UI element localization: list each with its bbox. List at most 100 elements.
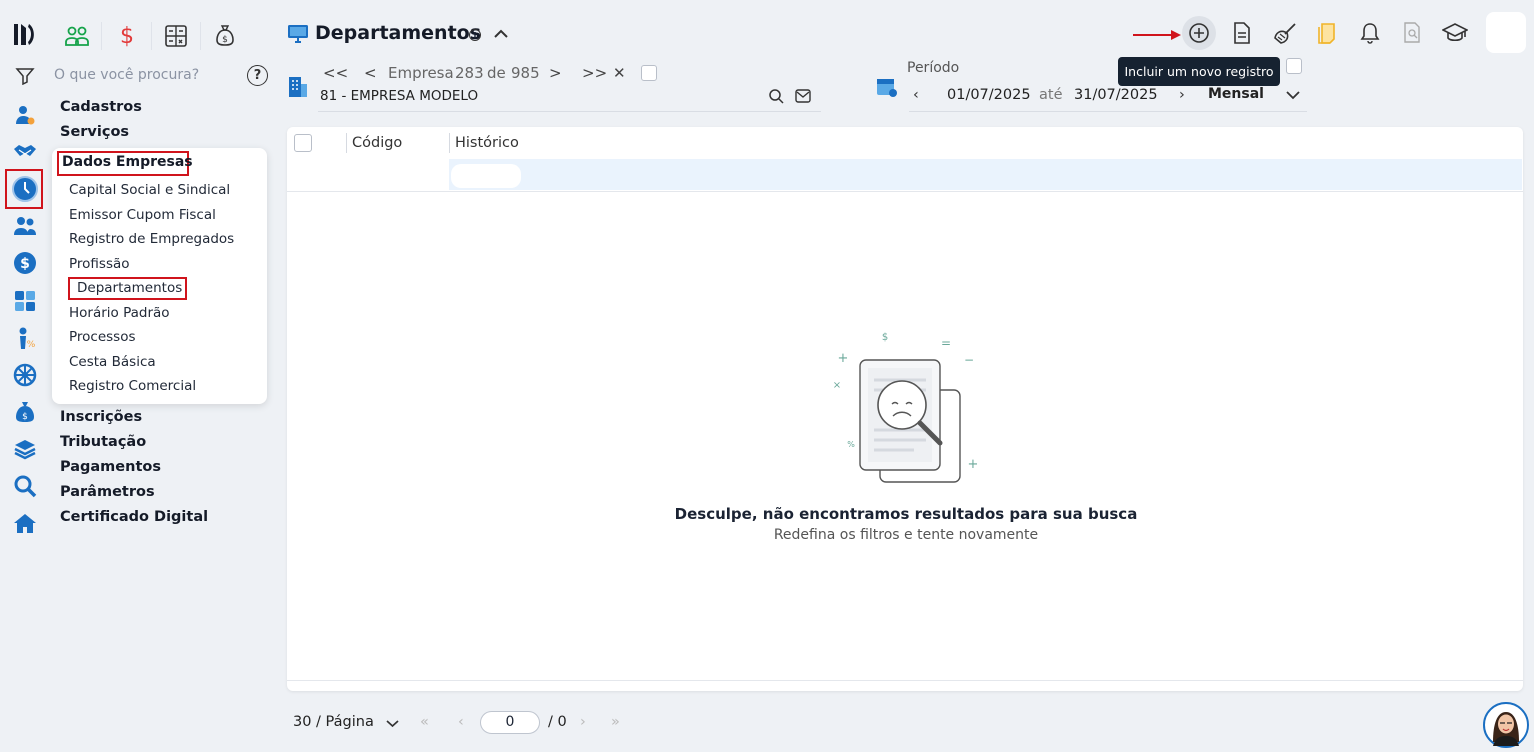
home-icon[interactable]	[11, 509, 39, 537]
submenu-emissor-cupom[interactable]: Emissor Cupom Fiscal	[69, 207, 216, 223]
company-current: 283	[455, 64, 484, 82]
building-icon	[289, 77, 307, 97]
person-gear-icon[interactable]	[11, 101, 39, 129]
menu-inscricoes[interactable]: Inscrições	[60, 409, 142, 425]
next-period-button[interactable]: ›	[1179, 87, 1185, 103]
layers-icon[interactable]	[11, 435, 39, 463]
prev-page-button[interactable]: ‹	[458, 714, 464, 730]
select-all-checkbox[interactable]	[294, 134, 312, 152]
search-document-icon[interactable]	[1397, 18, 1427, 48]
period-mode-select[interactable]: Mensal	[1208, 86, 1264, 102]
chevron-down-icon[interactable]	[1286, 90, 1300, 100]
empty-subtitle: Redefina os filtros e tente novamente	[773, 527, 1039, 543]
company-search-icon[interactable]	[768, 88, 784, 104]
broom-icon[interactable]	[1270, 18, 1300, 48]
users-icon[interactable]	[11, 212, 39, 240]
menu-parametros[interactable]: Parâmetros	[60, 484, 155, 500]
historico-filter-input[interactable]	[451, 164, 521, 188]
company-label: Empresa	[388, 64, 454, 82]
monitor-icon	[288, 25, 308, 43]
submenu-registro-comercial[interactable]: Registro Comercial	[69, 378, 196, 394]
network-icon[interactable]	[11, 361, 39, 389]
submenu-processos[interactable]: Processos	[69, 329, 136, 345]
prev-period-button[interactable]: ‹	[913, 87, 919, 103]
filter-icon[interactable]	[15, 67, 35, 85]
company-of: de	[487, 64, 506, 82]
profile-box[interactable]	[1486, 12, 1526, 53]
svg-text:$: $	[20, 256, 30, 272]
menu-certificado-digital[interactable]: Certificado Digital	[60, 509, 208, 525]
svg-text:$: $	[882, 332, 888, 343]
search-icon[interactable]	[11, 472, 39, 500]
last-page-button[interactable]: »	[611, 714, 620, 730]
mail-icon[interactable]	[795, 89, 811, 103]
dollar-app-icon[interactable]: $	[110, 19, 144, 53]
app-logo-icon[interactable]	[12, 22, 39, 47]
handshake-icon[interactable]	[11, 137, 39, 165]
submenu-departamentos[interactable]: Departamentos	[77, 280, 182, 296]
menu-dados-empresas[interactable]: Dados Empresas	[62, 154, 193, 170]
column-codigo[interactable]: Código	[352, 135, 402, 151]
period-label: Período	[907, 60, 960, 76]
last-company-button[interactable]: >>	[582, 64, 607, 82]
page-total: / 0	[548, 714, 567, 730]
column-historico[interactable]: Histórico	[455, 135, 519, 151]
money-bag-icon[interactable]: $	[11, 398, 39, 426]
graduation-cap-icon[interactable]	[1440, 18, 1470, 48]
svg-text:%: %	[847, 440, 855, 449]
dollar-coin-icon[interactable]: $	[11, 249, 39, 277]
add-record-button[interactable]	[1182, 16, 1216, 50]
period-checkbox[interactable]	[1286, 58, 1302, 74]
submenu-capital-social[interactable]: Capital Social e Sindical	[69, 182, 230, 198]
svg-text:×: ×	[833, 380, 841, 391]
empty-title: Desculpe, não encontramos resultados par…	[674, 505, 1138, 523]
info-icon[interactable]: i	[469, 29, 481, 41]
calendar-icon	[877, 79, 897, 97]
menu-cadastros[interactable]: Cadastros	[60, 99, 142, 115]
document-icon[interactable]	[1227, 18, 1257, 48]
submenu-registro-empregados[interactable]: Registro de Empregados	[69, 231, 234, 247]
company-checkbox[interactable]	[641, 65, 657, 81]
assistant-avatar[interactable]	[1483, 702, 1529, 748]
money-bag-app-icon[interactable]: $	[208, 19, 242, 53]
chevron-up-icon[interactable]	[493, 27, 509, 39]
svg-text:%: %	[27, 340, 36, 350]
svg-text:=: =	[941, 336, 951, 350]
submenu-horario-padrao[interactable]: Horário Padrão	[69, 305, 170, 321]
company-total: 985	[511, 64, 540, 82]
submenu-profissao[interactable]: Profissão	[69, 256, 130, 272]
svg-text:$: $	[222, 35, 228, 45]
svg-text:+: +	[838, 351, 849, 366]
first-company-button[interactable]: <<	[323, 64, 348, 82]
per-page-select[interactable]: 30 / Página	[293, 714, 374, 730]
person-percent-icon[interactable]: %	[11, 324, 39, 352]
svg-text:$: $	[22, 412, 28, 422]
submenu-cesta-basica[interactable]: Cesta Básica	[69, 354, 156, 370]
help-icon[interactable]: ?	[247, 65, 268, 86]
menu-tributacao[interactable]: Tributação	[60, 434, 146, 450]
period-start[interactable]: 01/07/2025	[947, 87, 1031, 103]
people-app-icon[interactable]	[60, 19, 94, 53]
next-company-button[interactable]: >	[549, 64, 562, 82]
svg-text:+: +	[968, 457, 979, 472]
company-select[interactable]: 81 - EMPRESA MODELO	[320, 88, 478, 104]
period-end[interactable]: 31/07/2025	[1074, 87, 1158, 103]
menu-servicos[interactable]: Serviços	[60, 124, 129, 140]
search-input[interactable]: O que você procura?	[54, 67, 199, 83]
sticky-note-icon[interactable]	[1312, 18, 1342, 48]
menu-pagamentos[interactable]: Pagamentos	[60, 459, 161, 475]
filter-row	[449, 159, 1522, 190]
first-page-button[interactable]: «	[420, 714, 429, 730]
grid-app-icon[interactable]	[159, 19, 193, 53]
bell-icon[interactable]	[1355, 18, 1385, 48]
next-page-button[interactable]: ›	[580, 714, 586, 730]
prev-company-button[interactable]: <	[364, 64, 377, 82]
period-until: até	[1039, 87, 1063, 103]
calculator-icon[interactable]	[11, 287, 39, 315]
page-title: Departamentos	[315, 22, 482, 44]
no-results-illustration: $ = + − × % +	[833, 332, 979, 483]
per-page-chevron-icon[interactable]	[386, 719, 399, 728]
close-company-button[interactable]: ✕	[613, 64, 626, 82]
page-input[interactable]: 0	[480, 711, 540, 734]
clock-icon[interactable]	[11, 175, 39, 203]
